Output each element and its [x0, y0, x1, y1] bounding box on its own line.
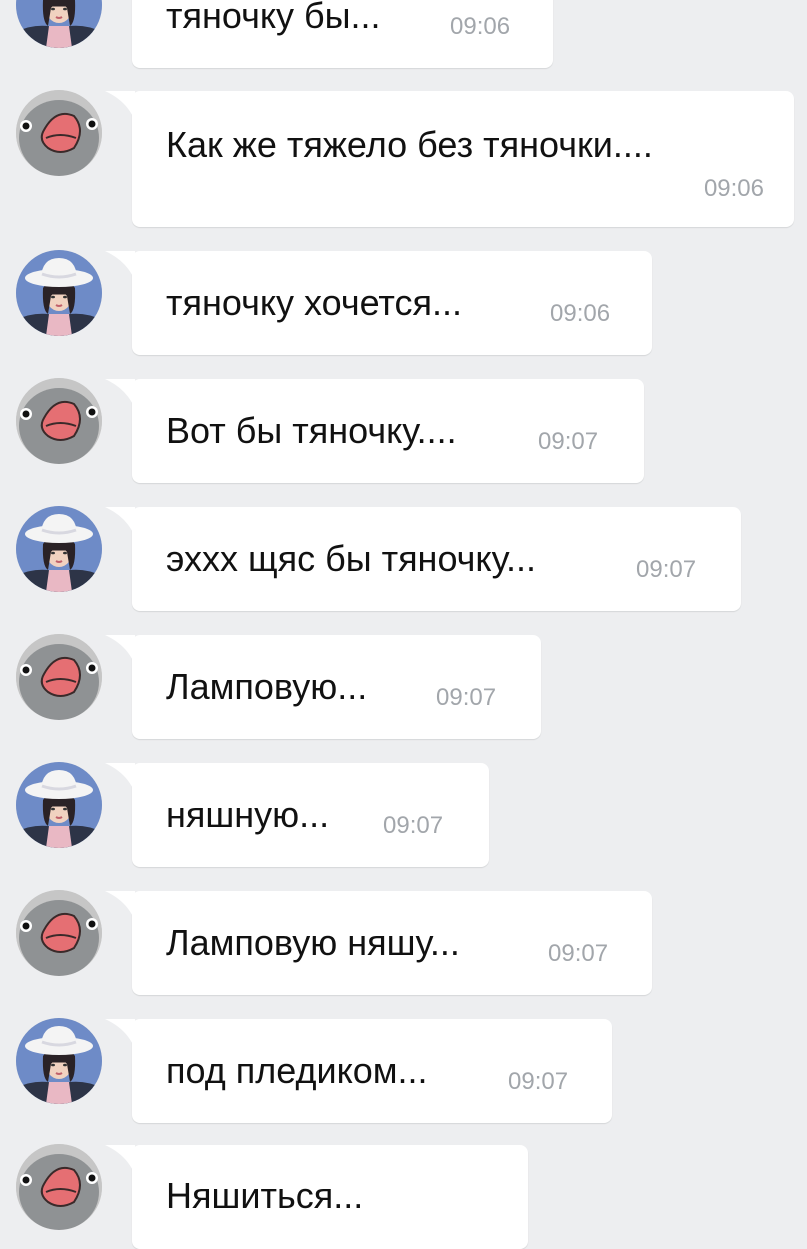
message-text: тяночку хочется... — [166, 282, 462, 323]
avatar-bird-icon[interactable] — [16, 1144, 102, 1230]
message-text: Ламповую няшу... — [166, 922, 460, 963]
avatar-girl-icon[interactable] — [16, 250, 102, 336]
bubble-tail — [105, 1145, 135, 1175]
message-bubble[interactable]: Как же тяжело без тяночки.... 09:06 — [105, 91, 794, 227]
bubble-tail — [105, 251, 135, 281]
message-bubble[interactable]: Няшиться... — [105, 1145, 528, 1249]
bubble-tail — [105, 507, 135, 537]
avatar-girl-icon[interactable] — [16, 1018, 102, 1104]
avatar-bird-icon[interactable] — [16, 90, 102, 176]
message-text: Вот бы тяночку.... — [166, 410, 457, 451]
message-text: под пледиком... — [166, 1050, 428, 1091]
avatar-bird-icon[interactable] — [16, 378, 102, 464]
message-time: 09:07 — [508, 1068, 569, 1095]
message-time: 09:07 — [383, 812, 444, 839]
message-time: 09:06 — [550, 300, 611, 327]
message-time: 09:07 — [538, 428, 599, 455]
avatar-girl-icon[interactable] — [16, 506, 102, 592]
message-text: няшную... — [166, 794, 330, 835]
message-text: Ламповую... — [166, 666, 368, 707]
message-time: 09:07 — [436, 684, 497, 711]
message-time: 09:07 — [636, 556, 697, 583]
message-bubble[interactable]: тяночку бы... 09:06 — [132, 0, 553, 68]
message-text: эххх щяс бы тяночку... — [166, 538, 536, 579]
message-text: Няшиться... — [166, 1175, 364, 1216]
message-time: 09:06 — [703, 175, 764, 202]
bubble-tail — [105, 379, 135, 409]
avatar-bird-icon[interactable] — [16, 890, 102, 976]
chat-message-list[interactable]: тяночку бы... 09:06 Как же тяжело без тя… — [0, 0, 807, 1249]
bubble-tail — [105, 91, 135, 121]
message-bubble[interactable]: Ламповую няшу... 09:07 — [105, 891, 652, 995]
message-bubble[interactable]: Вот бы тяночку.... 09:07 — [105, 379, 644, 483]
bubble-tail — [105, 635, 135, 665]
message-text: тяночку бы... — [166, 0, 381, 36]
bubble-tail — [105, 891, 135, 921]
message-bubble[interactable]: тяночку хочется... 09:06 — [105, 251, 652, 355]
avatar-girl-icon[interactable] — [16, 762, 102, 848]
message-time: 09:06 — [450, 13, 511, 40]
message-bubble[interactable]: няшную... 09:07 — [105, 763, 489, 867]
message-time: 09:07 — [548, 940, 609, 967]
bubble-tail — [105, 1019, 135, 1049]
avatar-bird-icon[interactable] — [16, 634, 102, 720]
avatar-girl-icon[interactable] — [16, 0, 102, 48]
message-text: Как же тяжело без тяночки.... — [166, 124, 653, 165]
message-bubble[interactable]: эххх щяс бы тяночку... 09:07 — [105, 507, 741, 611]
message-bubble[interactable]: Ламповую... 09:07 — [105, 635, 541, 739]
bubble-tail — [105, 763, 135, 793]
message-bubble[interactable]: под пледиком... 09:07 — [105, 1019, 612, 1123]
